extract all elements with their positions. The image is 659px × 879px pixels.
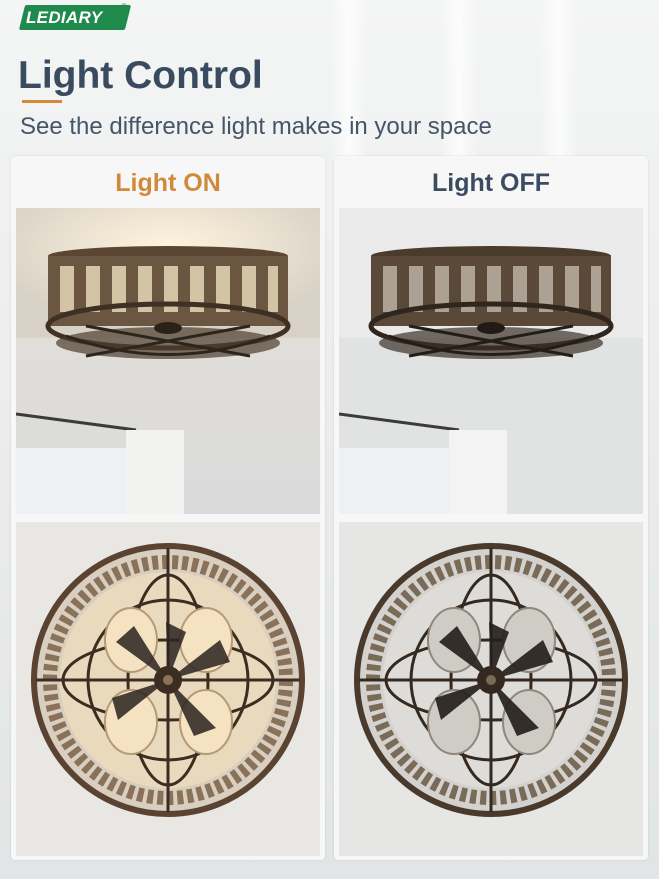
light-off-label: Light OFF <box>431 169 551 197</box>
brand-name: LEDIARY <box>26 8 103 27</box>
page-title: Light Control <box>18 54 263 97</box>
registered-mark: ® <box>121 2 127 11</box>
light-on-card: Light ON <box>11 156 325 860</box>
window-curtain <box>540 0 578 160</box>
title-underline <box>22 100 62 103</box>
light-on-label: Light ON <box>115 169 221 197</box>
light-off-bottom-view-photo <box>339 522 643 856</box>
page-subtitle: See the difference light makes in your s… <box>20 113 492 140</box>
light-off-card: Light OFF <box>334 156 648 860</box>
light-on-bottom-view-photo <box>16 522 320 856</box>
light-off-side-view-photo <box>339 208 643 514</box>
light-on-side-view-photo <box>16 208 320 514</box>
